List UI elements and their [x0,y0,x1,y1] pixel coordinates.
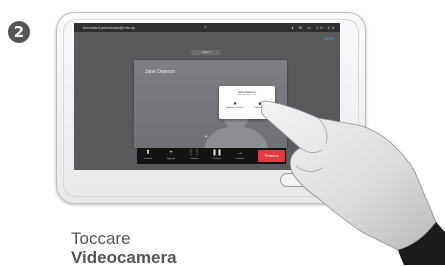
instruction-line-2: Videocamera [71,248,177,267]
instruction-line-1: Toccare [71,229,131,248]
pointing-hand-icon [260,100,445,265]
